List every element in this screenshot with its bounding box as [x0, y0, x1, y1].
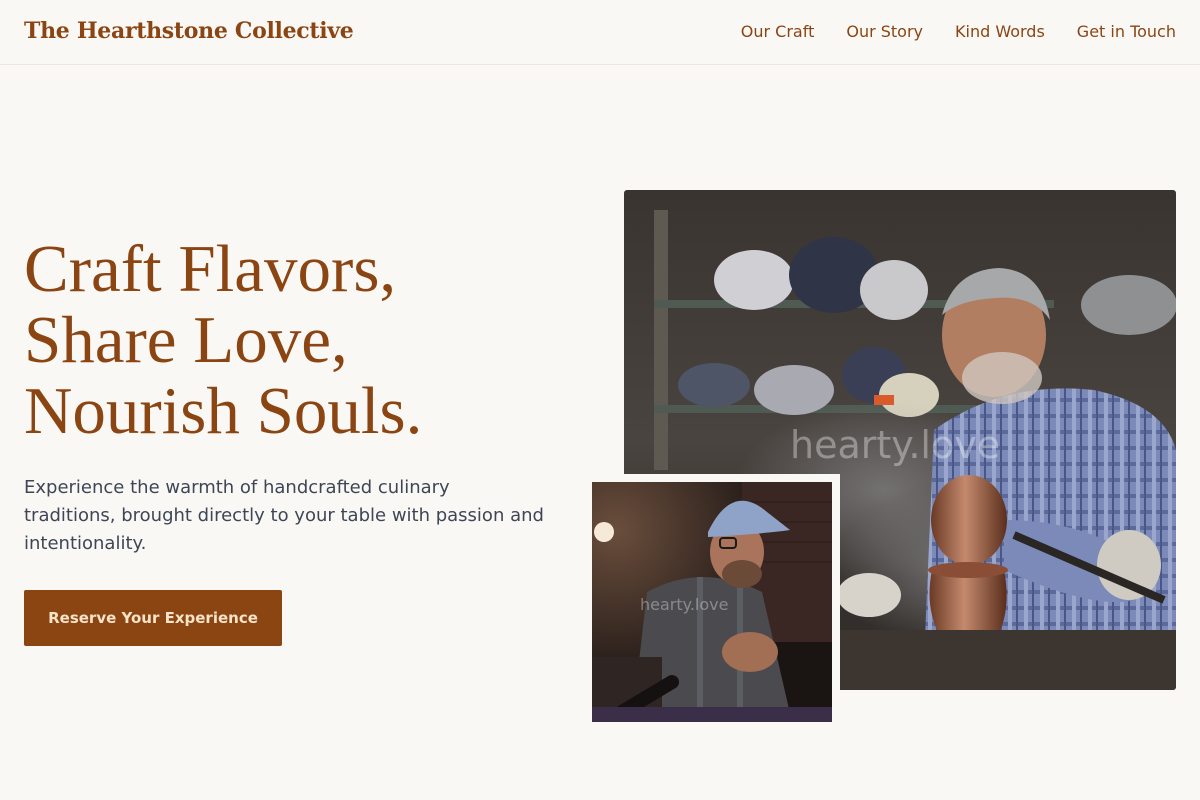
- hero-headline: Craft Flavors, Share Love, Nourish Souls…: [24, 234, 584, 447]
- inset-photo-watermark: hearty.love: [640, 595, 728, 614]
- main-nav: Our Craft Our Story Kind Words Get in To…: [741, 22, 1176, 41]
- nav-link-get-in-touch[interactable]: Get in Touch: [1077, 22, 1176, 41]
- brand-logo-text[interactable]: The Hearthstone Collective: [24, 18, 354, 44]
- reserve-experience-button[interactable]: Reserve Your Experience: [24, 590, 282, 646]
- nav-link-kind-words[interactable]: Kind Words: [955, 22, 1045, 41]
- headline-line-1: Craft Flavors,: [24, 232, 397, 306]
- main-photo-watermark: hearty.love: [790, 423, 1000, 467]
- hero-subtext: Experience the warmth of handcrafted cul…: [24, 477, 544, 554]
- nav-link-our-craft[interactable]: Our Craft: [741, 22, 815, 41]
- headline-line-2: Share Love,: [24, 303, 348, 377]
- craftsman-cap-photo: hearty.love: [592, 482, 832, 722]
- site-header: The Hearthstone Collective Our Craft Our…: [0, 0, 1200, 65]
- nav-link-our-story[interactable]: Our Story: [846, 22, 923, 41]
- headline-line-3: Nourish Souls.: [24, 374, 423, 448]
